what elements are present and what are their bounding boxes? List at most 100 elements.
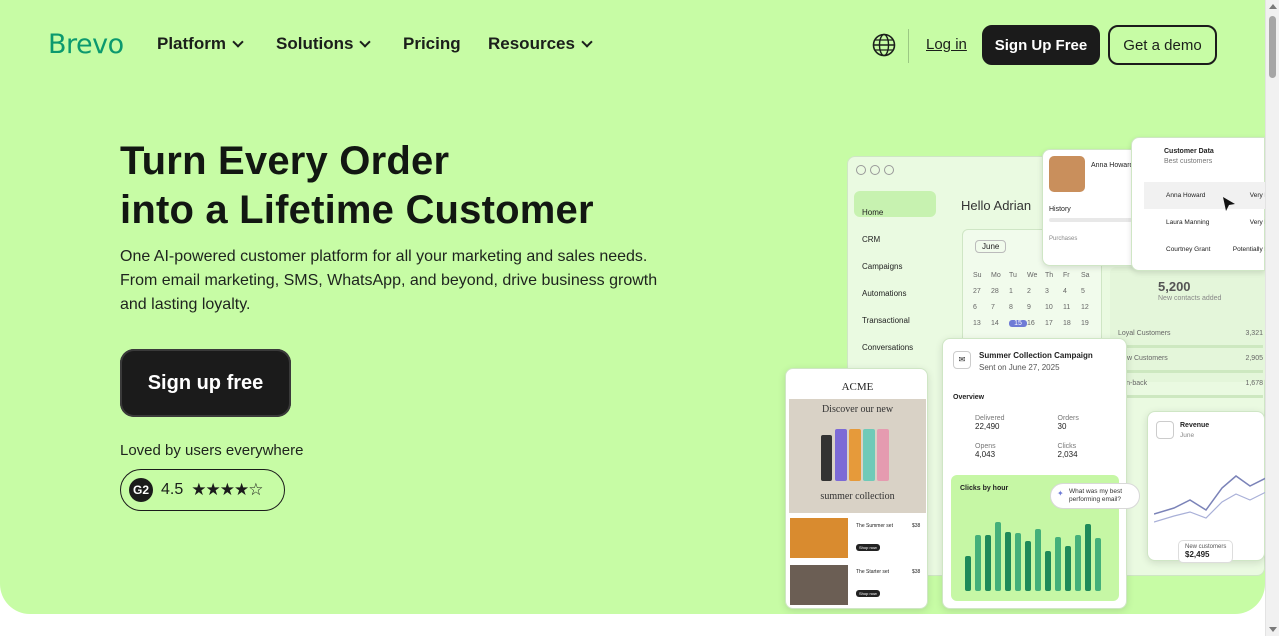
page-scrollbar[interactable]: [1265, 0, 1279, 636]
segment-list: Loyal Customers 3,321 New Customers 2,905 …: [1118, 323, 1263, 398]
chart-bar: [1095, 538, 1101, 591]
email-brand: ACME: [841, 381, 874, 393]
product-name: The Starter set: [856, 569, 890, 575]
sidebar-item-home[interactable]: Home: [862, 199, 913, 226]
scroll-thumb[interactable]: [1269, 16, 1276, 78]
hero-section: Brevo Platform Solutions Pricing Resourc…: [0, 0, 1265, 614]
campaign-title: Summer Collection Campaign: [979, 351, 1093, 360]
calendar-day[interactable]: 2: [1027, 288, 1045, 295]
hero-subtitle: One AI-powered customer platform for all…: [120, 245, 720, 317]
subtitle-line-1: One AI-powered customer platform for all…: [120, 248, 648, 265]
product-image: [790, 565, 848, 605]
calendar-weekday: Tu: [1009, 272, 1017, 279]
calendar-day[interactable]: 14: [991, 320, 1009, 327]
revenue-title: Revenue: [1180, 422, 1210, 429]
calendar-day[interactable]: 11: [1063, 304, 1081, 311]
rating-badge[interactable]: G2 4.5 ★★★★☆: [120, 469, 285, 511]
calendar-weekday: Mo: [991, 272, 1001, 279]
calendar-day[interactable]: 7: [991, 304, 1009, 311]
calendar-day[interactable]: 13: [973, 320, 991, 327]
chart-bar: [1035, 528, 1041, 591]
sidebar-item-transactional[interactable]: Transactional: [862, 307, 913, 334]
product-tube: [877, 429, 889, 481]
sidebar-item-crm[interactable]: CRM: [862, 226, 913, 253]
calendar-day[interactable]: 1: [1009, 288, 1027, 295]
sidebar-item-conversations[interactable]: Conversations: [862, 334, 913, 361]
chart-bar: [1025, 541, 1031, 591]
product-tube: [863, 429, 875, 481]
calendar-day[interactable]: 6: [973, 304, 991, 311]
calendar-day[interactable]: 8: [1009, 304, 1027, 311]
ai-prompt-text: What was my best performing email?: [1069, 488, 1123, 503]
nav-resources-label: Resources: [488, 34, 575, 53]
calendar-weekday: Th: [1045, 272, 1054, 279]
globe-icon[interactable]: [872, 33, 896, 57]
subtitle-line-2: From email marketing, SMS, WhatsApp, and…: [120, 272, 658, 289]
calendar-day-selected[interactable]: 15: [1009, 320, 1027, 327]
calendar-day[interactable]: 10: [1045, 304, 1063, 311]
customer-tag: Very l: [1249, 219, 1265, 226]
get-demo-button[interactable]: Get a demo: [1108, 25, 1217, 65]
window-dot: [870, 165, 880, 175]
calendar-day[interactable]: 3: [1045, 288, 1063, 295]
product-bottle: [821, 435, 832, 481]
shop-button[interactable]: Shop now: [856, 590, 880, 597]
calendar-day[interactable]: 12: [1081, 304, 1099, 311]
calendar-day[interactable]: 16: [1027, 320, 1045, 327]
chevron-down-icon: [359, 35, 372, 48]
customer-row[interactable]: Courtney Grant Potentially l: [1144, 236, 1265, 263]
calendar-day[interactable]: 18: [1063, 320, 1081, 327]
nav-solutions[interactable]: Solutions: [276, 34, 372, 54]
product-tube: [835, 429, 847, 481]
stat-value: 30: [1057, 422, 1067, 431]
calendar-day[interactable]: 19: [1081, 320, 1099, 327]
nav-platform-label: Platform: [157, 34, 226, 53]
segment-value: 3,321: [1245, 330, 1263, 337]
calendar-day[interactable]: 9: [1027, 304, 1045, 311]
chart-bar: [1065, 546, 1071, 591]
calendar-weekday: Sa: [1081, 272, 1090, 279]
stat-label: Delivered: [975, 415, 1005, 422]
nav-solutions-label: Solutions: [276, 34, 354, 53]
new-customers-value: $2,495: [1185, 550, 1210, 559]
segment-value: 2,905: [1245, 355, 1263, 362]
revenue-card: Revenue June New customers $2,495: [1147, 411, 1265, 563]
calendar-day[interactable]: 4: [1063, 288, 1081, 295]
overview-label: Overview: [953, 394, 985, 401]
scroll-down-icon[interactable]: [1269, 627, 1277, 632]
nav-resources[interactable]: Resources: [488, 34, 593, 54]
customer-row[interactable]: Anna Howard Very l: [1144, 182, 1265, 209]
ai-prompt-bubble[interactable]: ✦ What was my best performing email?: [1050, 483, 1140, 509]
sidebar-item-campaigns[interactable]: Campaigns: [862, 253, 913, 280]
shop-button[interactable]: Shop now: [856, 544, 880, 551]
login-link[interactable]: Log in: [926, 36, 967, 53]
calendar-grid: Su Mo Tu We Th Fr Sa 27 28 1 2 3 4 5 6 7 8 9 10 11 12 13 14…: [973, 272, 1099, 327]
subtitle-line-3: and lasting loyalty.: [120, 296, 251, 313]
customer-list: Anna Howard Very l Laura Manning Very l Co…: [1144, 182, 1265, 263]
campaign-stats: Delivered 22,490 Orders 30 Opens 4,043 Clic…: [953, 415, 1118, 459]
sparkle-icon: ✦: [1057, 489, 1064, 498]
product-tube: [849, 429, 861, 481]
chevron-down-icon: [581, 35, 593, 48]
chart-bar: [965, 555, 971, 591]
calendar-day[interactable]: 27: [973, 288, 991, 295]
window-dot: [884, 165, 894, 175]
calendar-day[interactable]: 5: [1081, 288, 1099, 295]
nav-platform[interactable]: Platform: [157, 34, 244, 54]
calendar-day[interactable]: 17: [1045, 320, 1063, 327]
customer-tag: Very l: [1249, 192, 1265, 199]
calendar-day[interactable]: 28: [991, 288, 1009, 295]
customer-name: Laura Manning: [1166, 219, 1210, 226]
chart-bar: [995, 522, 1001, 591]
nav-pricing[interactable]: Pricing: [403, 34, 461, 54]
customer-data-subtitle: Best customers: [1164, 158, 1213, 165]
segment-row: Win-back 1,678: [1118, 373, 1263, 398]
sidebar-item-automations[interactable]: Automations: [862, 280, 913, 307]
signup-free-button[interactable]: Sign Up Free: [982, 25, 1100, 65]
brevo-logo[interactable]: Brevo: [48, 29, 124, 60]
email-headline: Discover our new: [821, 404, 894, 415]
scroll-up-icon[interactable]: [1269, 4, 1277, 9]
calendar-weekday: We: [1027, 272, 1038, 279]
customer-row[interactable]: Laura Manning Very l: [1144, 209, 1265, 236]
signup-cta-button[interactable]: Sign up free: [120, 349, 291, 417]
